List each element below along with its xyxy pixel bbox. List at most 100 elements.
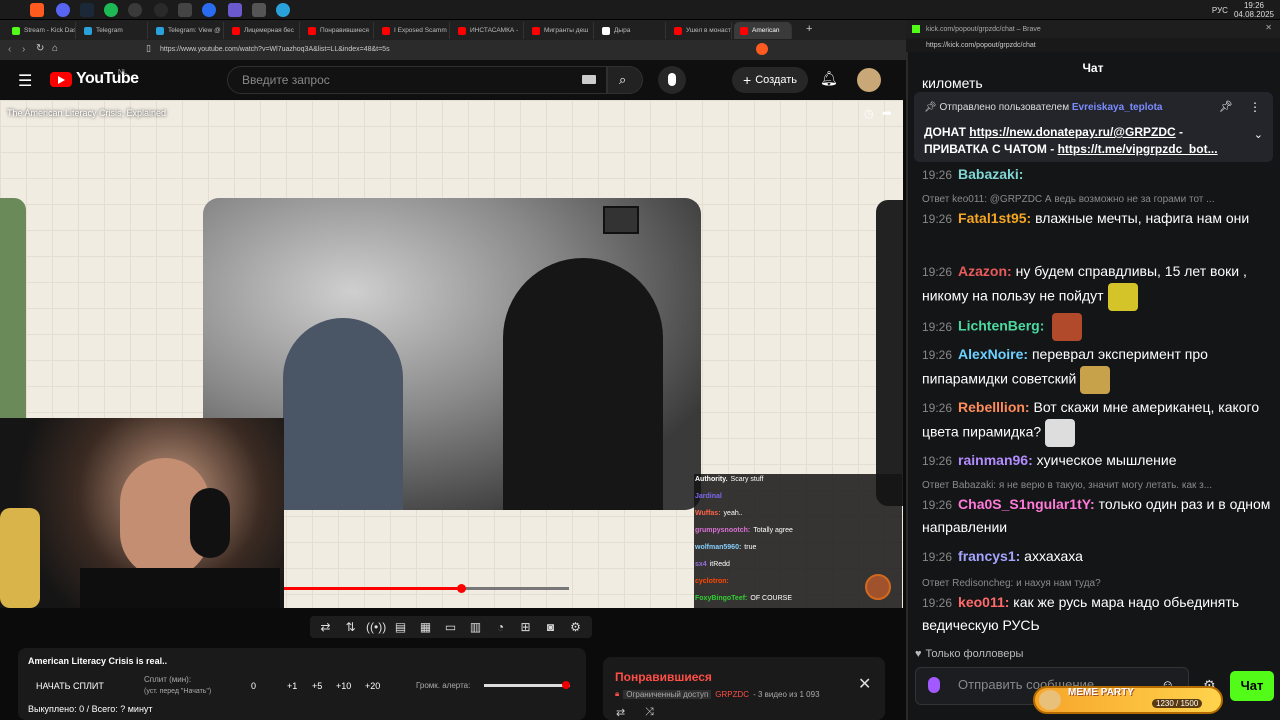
share-icon[interactable]: ➦ — [882, 106, 892, 120]
brave-icon[interactable] — [30, 3, 44, 17]
pinned-by-user[interactable]: Evreiskaya_teplota — [1072, 102, 1163, 113]
create-button[interactable]: + Создать — [732, 67, 808, 93]
region-code: NL — [118, 69, 127, 76]
send-chat-button[interactable]: Чат — [1230, 671, 1274, 701]
add-video-icon[interactable]: ⊞ — [516, 619, 535, 635]
loop-icon[interactable]: ⇄ — [316, 619, 335, 635]
mic-icon[interactable] — [928, 677, 940, 693]
chat-message: 19:26 Cha0S_S1ngular1tY: только один раз … — [922, 493, 1272, 538]
browser-tab[interactable]: Лицемерная бес — [226, 22, 300, 39]
search-input[interactable]: Введите запрос — [227, 66, 607, 94]
shuffle-icon[interactable]: ⤨ — [645, 706, 654, 719]
message-username[interactable]: rainman96: — [958, 452, 1033, 468]
app-icon[interactable] — [202, 3, 216, 17]
browser-tab[interactable]: Ушел в монаст — [668, 22, 732, 39]
browser-tab[interactable]: ИНСТАСАМКА - — [452, 22, 524, 39]
app-icon[interactable] — [128, 3, 142, 17]
steam-icon[interactable] — [80, 3, 94, 17]
loop-playlist-icon[interactable]: ⇄ — [616, 706, 625, 719]
browser-tab[interactable]: American — [734, 22, 792, 39]
clapper-icon[interactable]: ▦ — [416, 619, 435, 635]
alert-volume-handle[interactable] — [561, 681, 570, 689]
chevron-down-icon[interactable]: ⌄ — [1254, 128, 1263, 141]
video-chat-text: true — [744, 544, 757, 551]
address-bar[interactable]: https://www.youtube.com/watch?v=Wl7uazho… — [160, 43, 600, 57]
video-progress-handle[interactable] — [456, 584, 466, 593]
streamer-shirt — [80, 568, 280, 608]
split-value[interactable]: 0 — [251, 681, 256, 691]
app-icon[interactable] — [178, 3, 192, 17]
kick-address-bar[interactable]: https://kick.com/popout/grpzdc/chat — [906, 38, 1280, 52]
speed-icon[interactable]: ◔ — [491, 619, 510, 635]
settings-icon[interactable]: ⚙ — [566, 619, 585, 635]
search-button[interactable]: ⌕ — [607, 66, 643, 94]
aspect-icon[interactable]: ▭ — [441, 619, 460, 635]
playlist-title[interactable]: Понравившиеся — [615, 670, 712, 684]
notifications-icon[interactable]: 🔔︎ — [820, 70, 838, 87]
message-username[interactable]: Babazaki: — [958, 166, 1023, 182]
close-icon[interactable]: ✕ — [858, 674, 871, 694]
more-options-icon[interactable]: ⋮ — [1249, 100, 1261, 114]
message-username[interactable]: Fatal1st95: — [958, 210, 1031, 226]
lang-indicator[interactable]: РУС — [1212, 6, 1228, 15]
app-icon[interactable] — [228, 3, 242, 17]
broadcast-icon[interactable]: ((•)) — [366, 619, 386, 635]
browser-tab[interactable]: Stream - Kick Das — [6, 22, 76, 39]
avatar[interactable] — [857, 68, 881, 92]
reload-icon[interactable]: ↻ — [36, 43, 44, 54]
screenshot-icon[interactable]: ◙ — [541, 619, 560, 635]
split-label: Сплит (мин): — [144, 675, 192, 684]
film-icon[interactable]: ▥ — [466, 619, 485, 635]
video-chat-user: Authority. — [695, 476, 728, 483]
menu-icon[interactable]: ☰ — [18, 71, 32, 91]
telegram-icon[interactable] — [276, 3, 290, 17]
unpin-icon[interactable]: 📌︎ — [1219, 100, 1233, 113]
home-icon[interactable]: ⌂ — [52, 43, 58, 54]
split-plus-5-button[interactable]: +5 — [312, 681, 322, 691]
browser-tab[interactable]: Telegram: View @ — [150, 22, 224, 39]
message-username[interactable]: Cha0S_S1ngular1tY: — [958, 496, 1095, 512]
back-icon[interactable]: ‹ — [8, 44, 11, 55]
split-plus-20-button[interactable]: +20 — [365, 681, 380, 691]
donate-link[interactable]: https://new.donatepay.ru/@GRPZDC — [969, 125, 1175, 139]
playlist-icon[interactable]: ▤ — [391, 619, 410, 635]
browser-tab[interactable]: Дыра — [596, 22, 666, 39]
message-username[interactable]: keo011: — [958, 594, 1009, 610]
message-username[interactable]: Rebelllion: — [958, 399, 1030, 415]
split-plus-1-button[interactable]: +1 — [287, 681, 297, 691]
message-username[interactable]: AlexNoire: — [958, 346, 1028, 362]
search-icon: ⌕ — [619, 72, 627, 87]
forward-icon[interactable]: › — [22, 44, 25, 55]
video-chat-user: cyclotron: — [695, 578, 729, 585]
channel-avatar[interactable] — [865, 574, 891, 600]
alert-volume-slider[interactable] — [484, 684, 570, 687]
new-tab-icon[interactable]: + — [806, 23, 812, 35]
reply-context[interactable]: Ответ Babazaki: я не верю в такую, значи… — [922, 480, 1272, 491]
window-close-icon[interactable]: ✕ — [1265, 23, 1272, 32]
obs-icon[interactable] — [154, 3, 168, 17]
watch-later-icon[interactable]: ◷ — [864, 107, 874, 120]
bookmark-icon[interactable]: ▯ — [146, 43, 151, 54]
reply-context[interactable]: Ответ Redisoncheg: и нахуя нам туда? — [922, 578, 1272, 589]
sort-icon[interactable]: ⇅ — [341, 619, 360, 635]
message-time: 19:26 — [922, 212, 953, 226]
message-username[interactable]: LichtenBerg: — [958, 318, 1044, 334]
video-title[interactable]: The American Literacy Crisis, Explained — [7, 108, 166, 118]
reply-context[interactable]: Ответ keo011: @GRPZDC А ведь возможно не… — [922, 194, 1272, 205]
playlist-owner[interactable]: GRPZDC — [715, 690, 749, 699]
keyboard-icon[interactable] — [582, 75, 596, 84]
spotify-icon[interactable] — [104, 3, 118, 17]
browser-tab[interactable]: Telegram — [78, 22, 148, 39]
discord-icon[interactable] — [56, 3, 70, 17]
browser-tab[interactable]: I Exposed Scamm — [376, 22, 450, 39]
browser-tab[interactable]: Понравившиеся — [302, 22, 374, 39]
telegram-link[interactable]: https://t.me/vipgrpzdc_bot... — [1058, 142, 1218, 156]
message-username[interactable]: francys1: — [958, 548, 1020, 564]
voice-search-button[interactable] — [658, 66, 686, 94]
split-plus-10-button[interactable]: +10 — [336, 681, 351, 691]
brave-shield-icon[interactable] — [756, 43, 768, 55]
start-split-button[interactable]: НАЧАТЬ СПЛИТ — [36, 681, 104, 691]
message-username[interactable]: Azazon: — [958, 263, 1012, 279]
app-icon[interactable] — [252, 3, 266, 17]
browser-tab[interactable]: Мигранты деш — [526, 22, 594, 39]
